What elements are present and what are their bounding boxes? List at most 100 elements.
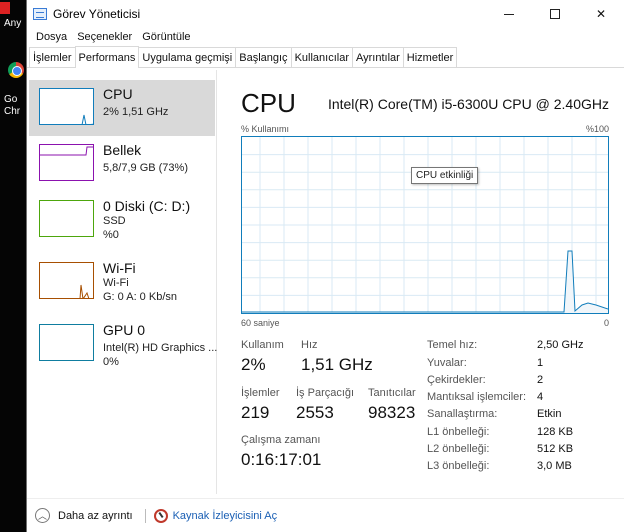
maximize-icon bbox=[550, 9, 560, 19]
performance-sidebar: CPU 2% 1,51 GHz Bellek 5,8/7,9 GB (73%) … bbox=[27, 70, 217, 494]
window-title: Görev Yöneticisi bbox=[53, 7, 141, 21]
tab-startup[interactable]: Başlangıç bbox=[235, 47, 292, 67]
open-resource-monitor-link[interactable]: Kaynak İzleyicisini Aç bbox=[173, 510, 278, 522]
spec-sockets-value: 1 bbox=[537, 357, 544, 369]
sidebar-item-gpu[interactable]: GPU 0 Intel(R) HD Graphics ... 0% bbox=[29, 316, 218, 372]
sidebar-item-subtitle: Wi-Fi bbox=[103, 277, 129, 289]
cpu-graph-svg bbox=[242, 137, 608, 313]
sidebar-item-title: Wi-Fi bbox=[103, 260, 136, 276]
spec-virtualization-value: Etkin bbox=[537, 408, 562, 420]
tab-services[interactable]: Hizmetler bbox=[402, 47, 458, 67]
graph-y-label: % Kullanımı bbox=[241, 124, 290, 134]
wifi-thumbnail-svg bbox=[79, 284, 90, 298]
sidebar-item-cpu[interactable]: CPU 2% 1,51 GHz bbox=[29, 80, 215, 136]
uptime-value: 0:16:17:01 bbox=[241, 450, 322, 469]
memory-thumbnail-graph bbox=[39, 144, 94, 181]
tab-performance[interactable]: Performans bbox=[74, 46, 140, 68]
desktop-icon-label-google: Go bbox=[4, 94, 18, 105]
close-icon: ✕ bbox=[595, 7, 607, 21]
spec-logical-value: 4 bbox=[537, 391, 544, 403]
spec-virtualization-label: Sanallaştırma: bbox=[427, 408, 498, 420]
chrome-icon[interactable] bbox=[8, 62, 24, 78]
spec-l3-label: L3 önbelleği: bbox=[427, 460, 490, 472]
handles-value: 98323 bbox=[368, 403, 416, 422]
sidebar-item-title: 0 Diski (C: D:) bbox=[103, 198, 191, 214]
menu-goruntule[interactable]: Görüntüle bbox=[137, 31, 195, 43]
close-button[interactable]: ✕ bbox=[578, 0, 624, 28]
tab-users[interactable]: Kullanıcılar bbox=[290, 47, 353, 67]
sidebar-item-subtitle: SSD bbox=[103, 215, 126, 227]
spec-base-speed-value: 2,50 GHz bbox=[537, 339, 584, 351]
sidebar-item-detail: %0 bbox=[103, 229, 119, 241]
resource-monitor-icon bbox=[153, 508, 168, 523]
uptime-label: Çalışma zamanı bbox=[241, 434, 321, 446]
menu-bar: Dosya Seçenekler Görüntüle bbox=[27, 28, 624, 46]
footer-bar: ︿ Daha az ayrıntı Kaynak İzleyicisini Aç bbox=[27, 498, 624, 532]
desktop-icon-label: Any bbox=[4, 18, 22, 29]
spec-l1-label: L1 önbelleği: bbox=[427, 426, 490, 438]
handles-label: Tanıtıcılar bbox=[368, 387, 416, 399]
tab-app-history[interactable]: Uygulama geçmişi bbox=[138, 47, 237, 67]
sidebar-item-detail: G: 0 A: 0 Kb/sn bbox=[103, 291, 177, 303]
spec-base-speed-label: Temel hız: bbox=[427, 339, 478, 351]
graph-grid bbox=[242, 137, 608, 313]
processes-label: İşlemler bbox=[241, 387, 280, 399]
desktop-icon-label-chrome: Chr bbox=[4, 106, 21, 117]
sidebar-item-wifi[interactable]: Wi-Fi Wi-Fi G: 0 A: 0 Kb/sn bbox=[29, 254, 215, 310]
spec-sockets-label: Yuvalar: bbox=[427, 357, 467, 369]
speed-label: Hız bbox=[301, 339, 318, 351]
sidebar-item-disk[interactable]: 0 Diski (C: D:) SSD %0 bbox=[29, 192, 215, 248]
spec-cores-label: Çekirdekler: bbox=[427, 374, 486, 386]
fewer-details-link[interactable]: Daha az ayrıntı bbox=[58, 510, 133, 522]
spec-cores-value: 2 bbox=[537, 374, 544, 386]
spec-l2-value: 512 KB bbox=[537, 443, 574, 455]
sidebar-item-subtitle: 2% 1,51 GHz bbox=[103, 106, 169, 118]
graph-x-label-right: 0 bbox=[603, 318, 609, 328]
sidebar-item-subtitle: 5,8/7,9 GB (73%) bbox=[103, 162, 188, 174]
spec-logical-label: Mantıksal işlemciler: bbox=[427, 391, 527, 403]
sidebar-item-detail: 0% bbox=[103, 356, 119, 368]
graph-tooltip: CPU etkinliği bbox=[411, 167, 479, 184]
window-controls: ✕ bbox=[486, 0, 624, 28]
threads-label: İş Parçacığı bbox=[296, 387, 355, 399]
gpu-thumbnail-graph bbox=[39, 324, 94, 361]
minimize-button[interactable] bbox=[486, 0, 532, 28]
sidebar-item-title: GPU 0 bbox=[103, 322, 146, 338]
minimize-icon bbox=[504, 13, 514, 15]
menu-dosya[interactable]: Dosya bbox=[31, 31, 72, 43]
threads-value: 2553 bbox=[296, 403, 334, 422]
desktop-background: Any Go Chr bbox=[0, 0, 26, 532]
graph-y-max-label: %100 bbox=[585, 124, 609, 134]
cpu-thumbnail-graph bbox=[39, 88, 94, 125]
spec-l3-value: 3,0 MB bbox=[537, 460, 572, 472]
menu-secenekler[interactable]: Seçenekler bbox=[72, 31, 137, 43]
maximize-button[interactable] bbox=[532, 0, 578, 28]
sidebar-item-title: Bellek bbox=[103, 142, 142, 158]
wifi-thumbnail-graph bbox=[39, 262, 94, 299]
cpu-usage-graph[interactable] bbox=[241, 136, 609, 314]
chevron-up-icon[interactable]: ︿ bbox=[35, 508, 50, 523]
spec-l1-value: 128 KB bbox=[537, 426, 574, 438]
processes-value: 219 bbox=[241, 403, 270, 422]
cpu-thumbnail-svg bbox=[81, 114, 93, 124]
memory-thumbnail-svg bbox=[40, 146, 93, 156]
cpu-model-name: Intel(R) Core(TM) i5-6300U CPU @ 2.40GHz bbox=[327, 96, 609, 112]
usage-value: 2% bbox=[241, 355, 266, 374]
sidebar-item-memory[interactable]: Bellek 5,8/7,9 GB (73%) bbox=[29, 136, 215, 192]
cpu-detail-panel: CPU Intel(R) Core(TM) i5-6300U CPU @ 2.4… bbox=[227, 70, 624, 494]
spec-l2-label: L2 önbelleği: bbox=[427, 443, 490, 455]
tab-details[interactable]: Ayrıntılar bbox=[351, 47, 404, 67]
sidebar-item-subtitle: Intel(R) HD Graphics ... bbox=[103, 342, 218, 354]
usage-label: Kullanım bbox=[241, 339, 284, 351]
task-manager-icon bbox=[33, 8, 47, 20]
speed-value: 1,51 GHz bbox=[301, 355, 373, 374]
tab-bar: İşlemler Performans Uygulama geçmişi Baş… bbox=[27, 46, 624, 68]
tab-processes[interactable]: İşlemler bbox=[29, 47, 76, 67]
task-manager-window: Görev Yöneticisi ✕ Dosya Seçenekler Görü… bbox=[26, 0, 624, 532]
disk-thumbnail-graph bbox=[39, 200, 94, 237]
graph-x-label-left: 60 saniye bbox=[241, 318, 280, 328]
footer-divider bbox=[144, 508, 146, 523]
page-title: CPU bbox=[241, 88, 296, 118]
desktop-app-icon[interactable] bbox=[0, 2, 10, 14]
title-bar[interactable]: Görev Yöneticisi ✕ bbox=[27, 0, 624, 28]
